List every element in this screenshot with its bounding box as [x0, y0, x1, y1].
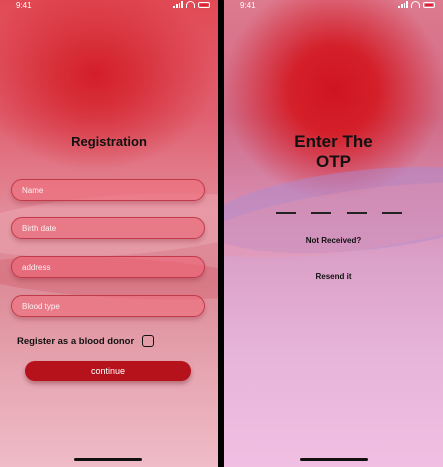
wifi-icon [186, 1, 195, 8]
name-field[interactable] [11, 179, 205, 201]
title-line-2: OTP [316, 152, 351, 171]
signal-icon [398, 1, 408, 8]
wifi-icon [411, 1, 420, 8]
otp-digit-slot[interactable] [382, 212, 402, 214]
donor-row: Register as a blood donor [17, 335, 155, 347]
status-bar: 9:41 [0, 0, 218, 12]
otp-digit-slot[interactable] [311, 212, 331, 214]
status-icons [173, 1, 210, 8]
battery-icon [423, 1, 435, 8]
battery-icon [198, 1, 210, 8]
status-bar: 9:41 [224, 0, 443, 12]
address-field[interactable] [11, 256, 205, 278]
otp-digit-slot[interactable] [276, 212, 296, 214]
blood-type-input[interactable] [12, 296, 204, 317]
resend-link[interactable]: Resend it [224, 272, 443, 281]
donor-checkbox[interactable] [142, 335, 155, 347]
status-time: 9:41 [240, 1, 256, 10]
home-indicator[interactable] [74, 458, 142, 461]
not-received-text: Not Received? [305, 236, 362, 245]
continue-button[interactable]: continue [25, 361, 191, 381]
status-icons [398, 1, 435, 8]
birth-date-field[interactable] [11, 217, 205, 239]
otp-screen: 9:41 Enter The OTP Not Received? Resend … [224, 0, 443, 467]
page-title: Registration [71, 134, 147, 149]
title-line-1: Enter The [294, 132, 373, 151]
background-wave [224, 167, 443, 273]
donor-label: Register as a blood donor [17, 335, 135, 347]
blood-type-field[interactable] [11, 295, 205, 317]
home-indicator[interactable] [300, 458, 368, 461]
name-input[interactable] [12, 180, 204, 201]
page-title: Enter The OTP [224, 132, 443, 172]
birth-date-input[interactable] [12, 218, 204, 239]
status-time: 9:41 [16, 1, 32, 10]
registration-screen: 9:41 Registration Register as a blood do… [0, 0, 218, 467]
address-input[interactable] [12, 257, 204, 278]
signal-icon [173, 1, 183, 8]
otp-digit-slot[interactable] [347, 212, 367, 214]
